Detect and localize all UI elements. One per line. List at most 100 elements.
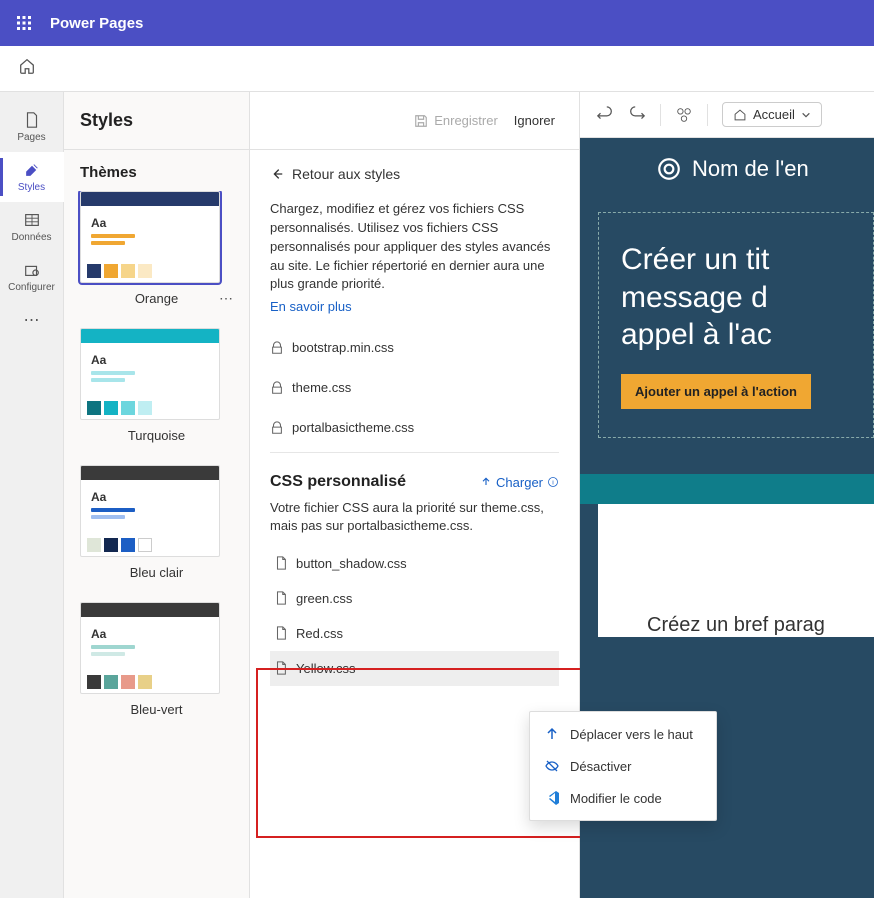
svg-text:i: i [552,479,554,486]
toolbar-separator [660,104,661,126]
styles-header: Styles [64,92,249,150]
file-more-icon[interactable]: ⋯ [537,660,551,677]
rail-more-icon[interactable]: ⋯ [0,310,64,330]
ignore-label: Ignorer [514,113,555,128]
theme-name: Turquoise [128,428,185,443]
custom-css-file[interactable]: Red.css [270,616,559,651]
menu-label: Modifier le code [570,791,662,806]
theme-name: Orange [135,291,178,306]
home-icon [733,108,747,122]
menu-edit-code[interactable]: Modifier le code [530,782,716,814]
base-css-file: portalbasictheme.css [270,408,559,448]
custom-css-file-selected[interactable]: Yellow.css ⋯ [270,651,559,686]
eye-off-icon [544,758,560,774]
file-icon [274,591,288,605]
workspace: Pages Styles Données Configurer ⋯ Styles… [0,92,874,898]
theme-card-turquoise[interactable]: Aa Turquoise [80,328,233,443]
file-name: Red.css [296,626,343,641]
accueil-label: Accueil [753,107,795,122]
cta-button[interactable]: Ajouter un appel à l'action [621,374,811,409]
hero-section[interactable]: Créer un tit message d appel à l'ac Ajou… [598,212,874,438]
ignore-button[interactable]: Ignorer [506,109,563,132]
custom-css-header: CSS personnalisé Charger i [270,473,559,491]
menu-disable[interactable]: Désactiver [530,750,716,782]
menu-move-up[interactable]: Déplacer vers le haut [530,718,716,750]
info-icon: i [547,476,559,488]
css-description: Chargez, modifiez et gérez vos fichiers … [270,200,559,294]
rail-label: Pages [17,132,45,143]
lock-icon [270,341,284,355]
components-icon[interactable] [675,106,693,124]
save-label: Enregistrer [434,113,498,128]
preview-bottom-section: Créez un bref parag [598,504,874,637]
theme-name: Bleu-vert [130,702,182,717]
back-to-styles-link[interactable]: Retour aux styles [270,166,559,182]
rail-label: Configurer [8,282,55,293]
menu-label: Déplacer vers le haut [570,727,693,742]
custom-css-title: CSS personnalisé [270,473,406,491]
site-name: Nom de l'en [692,156,809,182]
rail-configure[interactable]: Configurer [0,252,64,302]
upload-css-link[interactable]: Charger i [480,475,559,490]
themes-heading: Thèmes [64,150,249,191]
theme-card-orange[interactable]: Aa Orange⋯ [80,191,233,306]
theme-card-bleu-vert[interactable]: Aa Bleu-vert [80,602,233,717]
home-icon[interactable] [18,57,36,80]
chevron-down-icon [801,110,811,120]
lock-icon [270,421,284,435]
custom-css-description: Votre fichier CSS aura la priorité sur t… [270,499,559,535]
upload-label: Charger [496,475,543,490]
app-launcher-icon[interactable] [10,9,38,37]
preview-toolbar: Accueil [580,92,874,138]
file-name: portalbasictheme.css [292,420,414,435]
base-css-file: bootstrap.min.css [270,328,559,368]
detail-header: Enregistrer Ignorer [250,92,579,150]
base-css-file: theme.css [270,368,559,408]
file-name: Yellow.css [296,661,356,676]
arrow-left-icon [270,167,284,181]
left-rail: Pages Styles Données Configurer ⋯ [0,92,64,898]
top-bar: Power Pages [0,0,874,46]
save-button: Enregistrer [414,113,498,128]
file-icon [274,661,288,675]
lock-icon [270,381,284,395]
file-icon [274,626,288,640]
file-name: bootstrap.min.css [292,340,394,355]
section-divider [580,474,874,504]
styles-panel: Styles Thèmes Aa Orange⋯ [64,92,250,898]
home-bar [0,46,874,92]
base-css-files: bootstrap.min.css theme.css portalbasict… [270,328,559,453]
site-header: Nom de l'en [598,156,874,182]
redo-icon[interactable] [628,106,646,124]
rail-styles[interactable]: Styles [0,152,64,202]
styles-title: Styles [80,110,133,131]
upload-icon [480,476,492,488]
rail-pages[interactable]: Pages [0,102,64,152]
file-icon [274,556,288,570]
product-name: Power Pages [50,15,143,32]
vscode-icon [544,790,560,806]
custom-css-file[interactable]: green.css [270,581,559,616]
theme-name: Bleu clair [130,565,183,580]
accueil-dropdown[interactable]: Accueil [722,102,822,127]
file-name: green.css [296,591,352,606]
bottom-paragraph: Créez un bref parag [598,614,874,637]
site-logo-icon [656,156,682,182]
back-label: Retour aux styles [292,166,400,182]
themes-list: Aa Orange⋯ Aa [64,191,249,755]
file-name: button_shadow.css [296,556,407,571]
hero-title: Créer un tit message d appel à l'ac [621,241,873,354]
file-name: theme.css [292,380,351,395]
undo-icon[interactable] [596,106,614,124]
rail-label: Données [11,232,51,243]
file-context-menu: Déplacer vers le haut Désactiver Modifie… [529,711,717,821]
learn-more-link[interactable]: En savoir plus [270,299,352,314]
theme-more-icon[interactable]: ⋯ [219,290,233,307]
rail-label: Styles [18,182,45,193]
theme-card-bleu-clair[interactable]: Aa Bleu clair [80,465,233,580]
arrow-up-icon [544,726,560,742]
rail-data[interactable]: Données [0,202,64,252]
custom-css-file[interactable]: button_shadow.css [270,546,559,581]
menu-label: Désactiver [570,759,631,774]
toolbar-separator [707,104,708,126]
